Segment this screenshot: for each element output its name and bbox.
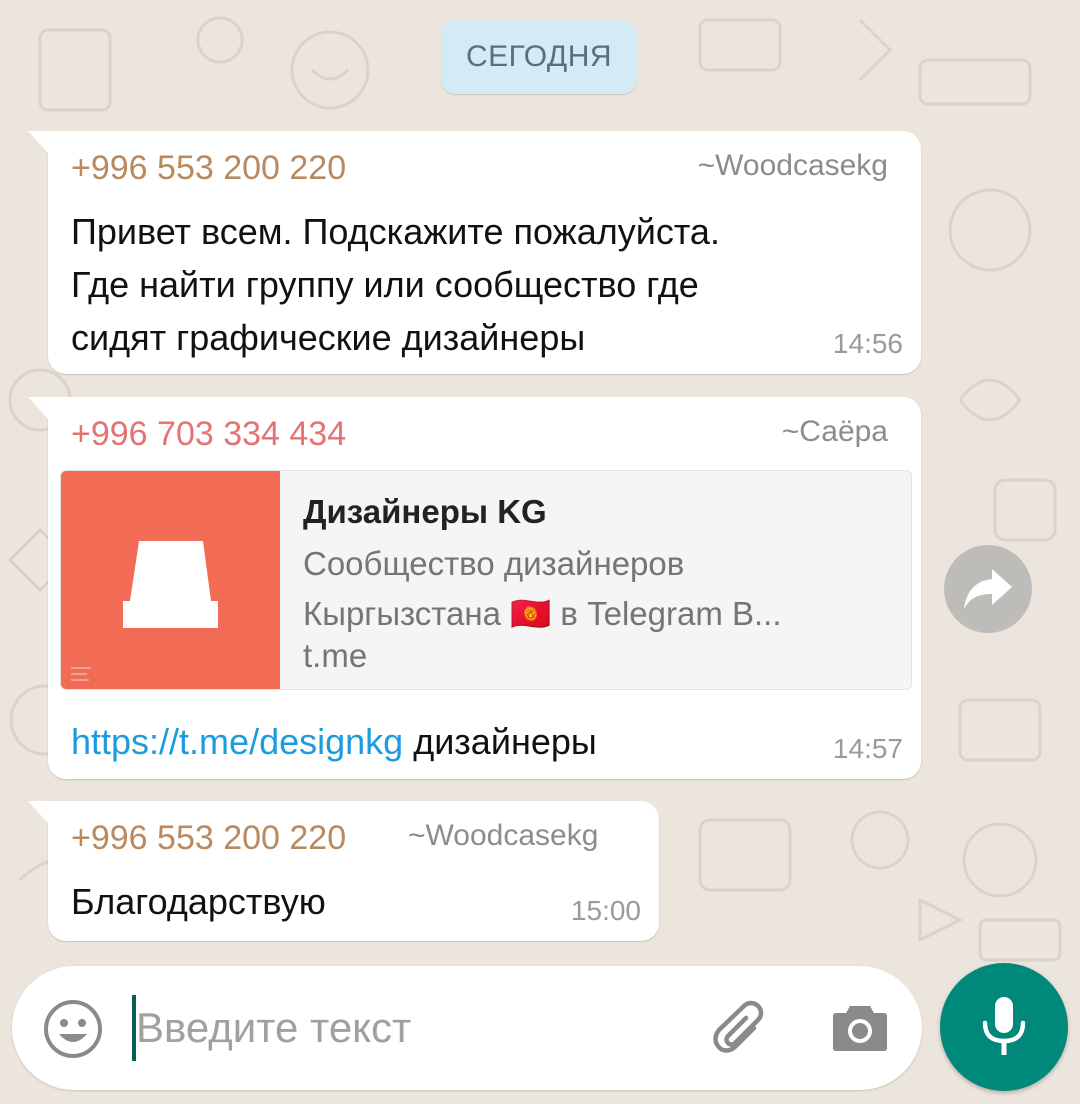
message-text: https://t.me/designkg дизайнеры bbox=[71, 715, 597, 768]
sender-alias: ~Woodcasekg bbox=[408, 819, 599, 852]
message-input[interactable] bbox=[136, 990, 696, 1066]
forward-icon bbox=[964, 569, 1012, 609]
link-preview-domain: t.me bbox=[303, 637, 368, 674]
link-preview-description: Сообщество дизайнеров Кыргызстана 🇰🇬 в T… bbox=[303, 539, 782, 639]
sender-phone[interactable]: +996 553 200 220 bbox=[71, 149, 346, 188]
link-preview-desc-line: Кыргызстана 🇰🇬 в Telegram В... bbox=[303, 595, 782, 632]
sender-phone[interactable]: +996 703 334 434 bbox=[71, 415, 346, 454]
message-link[interactable]: https://t.me/designkg bbox=[71, 721, 403, 762]
cup-logo-icon bbox=[71, 541, 218, 681]
message-line: сидят графические дизайнеры bbox=[71, 317, 586, 358]
message-text: Привет всем. Подскажите пожалуйста. Где … bbox=[71, 205, 720, 364]
emoji-icon bbox=[44, 1000, 102, 1058]
message-line: Где найти группу или сообщество где bbox=[71, 264, 699, 305]
voice-record-button[interactable] bbox=[940, 963, 1068, 1091]
message-time: 14:57 bbox=[832, 733, 903, 764]
mic-icon bbox=[982, 997, 1026, 1055]
link-preview-desc-line: Сообщество дизайнеров bbox=[303, 545, 685, 582]
camera-icon bbox=[833, 1006, 887, 1051]
message-bubble[interactable]: +996 703 334 434 ~Саёра Дизайнеры KG Соо… bbox=[28, 397, 921, 779]
sender-alias: ~Woodcasekg bbox=[697, 149, 888, 182]
message-bubble[interactable]: +996 553 200 220 ~Woodcasekg Привет всем… bbox=[28, 131, 921, 374]
message-time: 14:56 bbox=[832, 328, 903, 359]
attach-button[interactable] bbox=[706, 996, 770, 1060]
sender-alias: ~Саёра bbox=[781, 415, 888, 448]
link-preview-title: Дизайнеры KG bbox=[303, 493, 547, 530]
link-preview-card[interactable]: Дизайнеры KG Сообщество дизайнеров Кыргы… bbox=[60, 470, 912, 690]
sender-phone[interactable]: +996 553 200 220 bbox=[71, 819, 346, 858]
bubble-tail bbox=[28, 131, 48, 153]
date-chip: СЕГОДНЯ bbox=[441, 20, 637, 94]
emoji-button[interactable] bbox=[42, 998, 104, 1060]
message-line: Привет всем. Подскажите пожалуйста. bbox=[71, 211, 720, 252]
message-text-after-link: дизайнеры bbox=[403, 721, 597, 762]
paperclip-icon bbox=[713, 1000, 764, 1053]
forward-button[interactable] bbox=[944, 545, 1032, 633]
message-time: 15:00 bbox=[570, 895, 641, 926]
message-input-bar bbox=[12, 966, 922, 1090]
bubble-tail bbox=[28, 397, 48, 419]
camera-button[interactable] bbox=[830, 998, 890, 1058]
message-text: Благодарствую bbox=[71, 881, 326, 922]
link-preview-thumbnail bbox=[61, 471, 280, 689]
message-bubble[interactable]: +996 553 200 220 ~Woodcasekg Благодарств… bbox=[28, 801, 659, 941]
bubble-tail bbox=[28, 801, 48, 823]
